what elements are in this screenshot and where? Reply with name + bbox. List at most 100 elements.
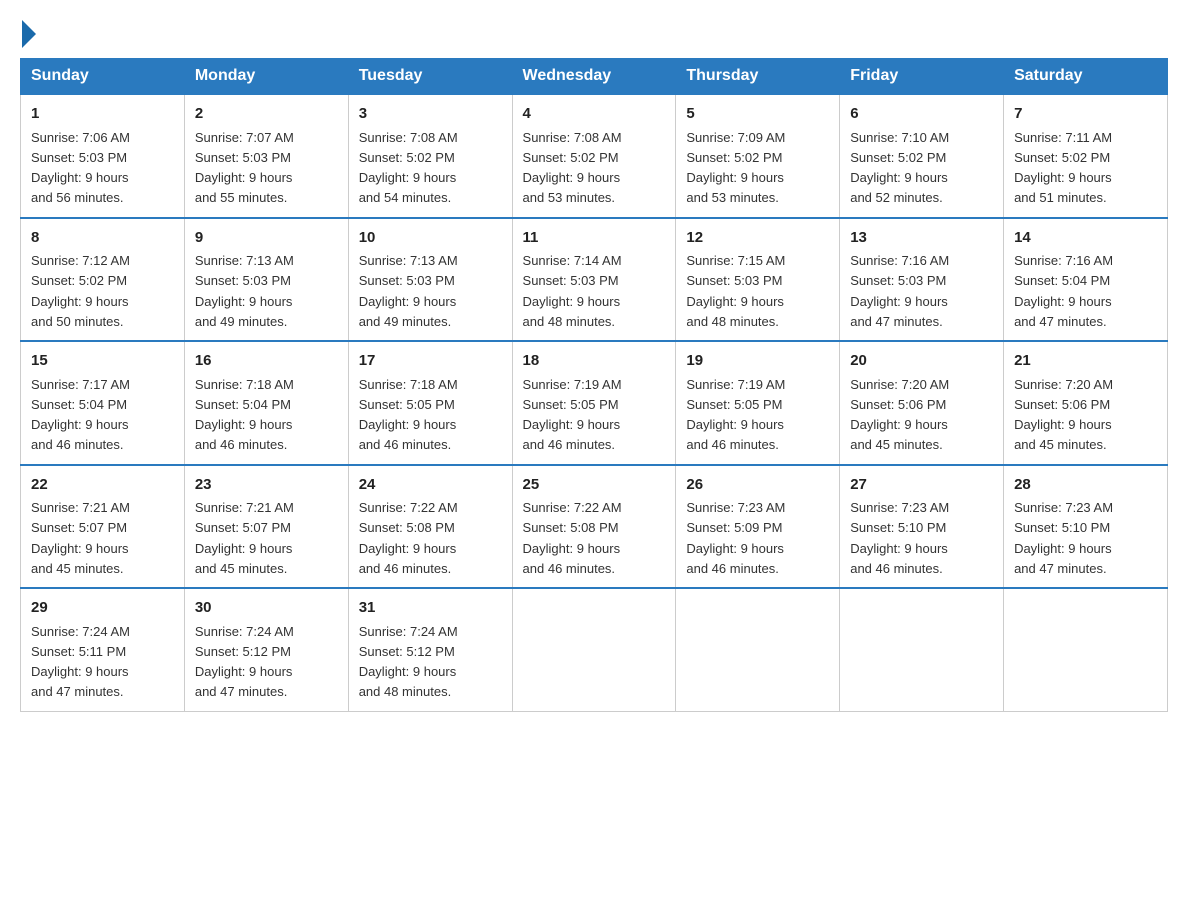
calendar-cell: 20 Sunrise: 7:20 AMSunset: 5:06 PMDaylig… bbox=[840, 341, 1004, 465]
calendar-body: 1 Sunrise: 7:06 AMSunset: 5:03 PMDayligh… bbox=[21, 94, 1168, 711]
day-info: Sunrise: 7:16 AMSunset: 5:03 PMDaylight:… bbox=[850, 253, 949, 329]
day-number: 11 bbox=[523, 227, 666, 250]
day-number: 31 bbox=[359, 597, 502, 620]
day-info: Sunrise: 7:24 AMSunset: 5:12 PMDaylight:… bbox=[359, 624, 458, 700]
header-day-tuesday: Tuesday bbox=[348, 59, 512, 95]
day-info: Sunrise: 7:15 AMSunset: 5:03 PMDaylight:… bbox=[686, 253, 785, 329]
header-day-sunday: Sunday bbox=[21, 59, 185, 95]
day-number: 9 bbox=[195, 227, 338, 250]
calendar-cell: 22 Sunrise: 7:21 AMSunset: 5:07 PMDaylig… bbox=[21, 465, 185, 589]
calendar-cell: 19 Sunrise: 7:19 AMSunset: 5:05 PMDaylig… bbox=[676, 341, 840, 465]
day-info: Sunrise: 7:09 AMSunset: 5:02 PMDaylight:… bbox=[686, 130, 785, 206]
calendar-cell: 4 Sunrise: 7:08 AMSunset: 5:02 PMDayligh… bbox=[512, 94, 676, 218]
day-number: 24 bbox=[359, 474, 502, 497]
calendar-cell bbox=[676, 588, 840, 711]
day-number: 17 bbox=[359, 350, 502, 373]
calendar-cell: 2 Sunrise: 7:07 AMSunset: 5:03 PMDayligh… bbox=[184, 94, 348, 218]
calendar-cell: 13 Sunrise: 7:16 AMSunset: 5:03 PMDaylig… bbox=[840, 218, 1004, 342]
calendar-cell: 11 Sunrise: 7:14 AMSunset: 5:03 PMDaylig… bbox=[512, 218, 676, 342]
calendar-header: SundayMondayTuesdayWednesdayThursdayFrid… bbox=[21, 59, 1168, 95]
calendar-cell: 8 Sunrise: 7:12 AMSunset: 5:02 PMDayligh… bbox=[21, 218, 185, 342]
day-info: Sunrise: 7:06 AMSunset: 5:03 PMDaylight:… bbox=[31, 130, 130, 206]
day-info: Sunrise: 7:11 AMSunset: 5:02 PMDaylight:… bbox=[1014, 130, 1112, 206]
day-info: Sunrise: 7:22 AMSunset: 5:08 PMDaylight:… bbox=[523, 500, 622, 576]
day-info: Sunrise: 7:18 AMSunset: 5:04 PMDaylight:… bbox=[195, 377, 294, 453]
day-number: 22 bbox=[31, 474, 174, 497]
calendar-cell: 1 Sunrise: 7:06 AMSunset: 5:03 PMDayligh… bbox=[21, 94, 185, 218]
calendar-cell: 31 Sunrise: 7:24 AMSunset: 5:12 PMDaylig… bbox=[348, 588, 512, 711]
calendar-cell: 3 Sunrise: 7:08 AMSunset: 5:02 PMDayligh… bbox=[348, 94, 512, 218]
day-info: Sunrise: 7:08 AMSunset: 5:02 PMDaylight:… bbox=[523, 130, 622, 206]
day-number: 15 bbox=[31, 350, 174, 373]
calendar-cell: 25 Sunrise: 7:22 AMSunset: 5:08 PMDaylig… bbox=[512, 465, 676, 589]
calendar-cell bbox=[840, 588, 1004, 711]
day-number: 26 bbox=[686, 474, 829, 497]
day-number: 13 bbox=[850, 227, 993, 250]
day-info: Sunrise: 7:07 AMSunset: 5:03 PMDaylight:… bbox=[195, 130, 294, 206]
logo-arrow-icon bbox=[22, 20, 36, 48]
day-info: Sunrise: 7:23 AMSunset: 5:09 PMDaylight:… bbox=[686, 500, 785, 576]
day-info: Sunrise: 7:20 AMSunset: 5:06 PMDaylight:… bbox=[1014, 377, 1113, 453]
header-day-saturday: Saturday bbox=[1004, 59, 1168, 95]
day-number: 29 bbox=[31, 597, 174, 620]
calendar-cell: 21 Sunrise: 7:20 AMSunset: 5:06 PMDaylig… bbox=[1004, 341, 1168, 465]
day-info: Sunrise: 7:13 AMSunset: 5:03 PMDaylight:… bbox=[359, 253, 458, 329]
day-number: 28 bbox=[1014, 474, 1157, 497]
day-number: 6 bbox=[850, 103, 993, 126]
calendar-table: SundayMondayTuesdayWednesdayThursdayFrid… bbox=[20, 58, 1168, 712]
day-number: 3 bbox=[359, 103, 502, 126]
calendar-cell: 6 Sunrise: 7:10 AMSunset: 5:02 PMDayligh… bbox=[840, 94, 1004, 218]
week-row-5: 29 Sunrise: 7:24 AMSunset: 5:11 PMDaylig… bbox=[21, 588, 1168, 711]
calendar-cell: 30 Sunrise: 7:24 AMSunset: 5:12 PMDaylig… bbox=[184, 588, 348, 711]
calendar-cell: 7 Sunrise: 7:11 AMSunset: 5:02 PMDayligh… bbox=[1004, 94, 1168, 218]
day-info: Sunrise: 7:13 AMSunset: 5:03 PMDaylight:… bbox=[195, 253, 294, 329]
day-info: Sunrise: 7:16 AMSunset: 5:04 PMDaylight:… bbox=[1014, 253, 1113, 329]
calendar-cell: 16 Sunrise: 7:18 AMSunset: 5:04 PMDaylig… bbox=[184, 341, 348, 465]
day-number: 18 bbox=[523, 350, 666, 373]
page-header bbox=[20, 20, 1168, 48]
day-number: 25 bbox=[523, 474, 666, 497]
day-number: 23 bbox=[195, 474, 338, 497]
calendar-cell: 5 Sunrise: 7:09 AMSunset: 5:02 PMDayligh… bbox=[676, 94, 840, 218]
day-info: Sunrise: 7:17 AMSunset: 5:04 PMDaylight:… bbox=[31, 377, 130, 453]
day-number: 1 bbox=[31, 103, 174, 126]
day-info: Sunrise: 7:19 AMSunset: 5:05 PMDaylight:… bbox=[686, 377, 785, 453]
day-number: 4 bbox=[523, 103, 666, 126]
calendar-cell bbox=[1004, 588, 1168, 711]
header-row: SundayMondayTuesdayWednesdayThursdayFrid… bbox=[21, 59, 1168, 95]
calendar-cell: 12 Sunrise: 7:15 AMSunset: 5:03 PMDaylig… bbox=[676, 218, 840, 342]
day-info: Sunrise: 7:24 AMSunset: 5:12 PMDaylight:… bbox=[195, 624, 294, 700]
week-row-3: 15 Sunrise: 7:17 AMSunset: 5:04 PMDaylig… bbox=[21, 341, 1168, 465]
calendar-cell: 29 Sunrise: 7:24 AMSunset: 5:11 PMDaylig… bbox=[21, 588, 185, 711]
day-info: Sunrise: 7:08 AMSunset: 5:02 PMDaylight:… bbox=[359, 130, 458, 206]
day-number: 5 bbox=[686, 103, 829, 126]
day-number: 19 bbox=[686, 350, 829, 373]
calendar-cell: 23 Sunrise: 7:21 AMSunset: 5:07 PMDaylig… bbox=[184, 465, 348, 589]
header-day-wednesday: Wednesday bbox=[512, 59, 676, 95]
calendar-cell: 17 Sunrise: 7:18 AMSunset: 5:05 PMDaylig… bbox=[348, 341, 512, 465]
day-number: 20 bbox=[850, 350, 993, 373]
day-info: Sunrise: 7:24 AMSunset: 5:11 PMDaylight:… bbox=[31, 624, 130, 700]
day-info: Sunrise: 7:21 AMSunset: 5:07 PMDaylight:… bbox=[195, 500, 294, 576]
day-info: Sunrise: 7:22 AMSunset: 5:08 PMDaylight:… bbox=[359, 500, 458, 576]
day-info: Sunrise: 7:23 AMSunset: 5:10 PMDaylight:… bbox=[1014, 500, 1113, 576]
calendar-cell: 28 Sunrise: 7:23 AMSunset: 5:10 PMDaylig… bbox=[1004, 465, 1168, 589]
week-row-1: 1 Sunrise: 7:06 AMSunset: 5:03 PMDayligh… bbox=[21, 94, 1168, 218]
day-number: 7 bbox=[1014, 103, 1157, 126]
calendar-cell: 27 Sunrise: 7:23 AMSunset: 5:10 PMDaylig… bbox=[840, 465, 1004, 589]
day-info: Sunrise: 7:18 AMSunset: 5:05 PMDaylight:… bbox=[359, 377, 458, 453]
logo bbox=[20, 20, 38, 48]
day-number: 16 bbox=[195, 350, 338, 373]
day-number: 27 bbox=[850, 474, 993, 497]
header-day-friday: Friday bbox=[840, 59, 1004, 95]
calendar-cell: 9 Sunrise: 7:13 AMSunset: 5:03 PMDayligh… bbox=[184, 218, 348, 342]
day-info: Sunrise: 7:14 AMSunset: 5:03 PMDaylight:… bbox=[523, 253, 622, 329]
day-info: Sunrise: 7:19 AMSunset: 5:05 PMDaylight:… bbox=[523, 377, 622, 453]
day-number: 10 bbox=[359, 227, 502, 250]
calendar-cell: 15 Sunrise: 7:17 AMSunset: 5:04 PMDaylig… bbox=[21, 341, 185, 465]
header-day-monday: Monday bbox=[184, 59, 348, 95]
day-info: Sunrise: 7:21 AMSunset: 5:07 PMDaylight:… bbox=[31, 500, 130, 576]
week-row-2: 8 Sunrise: 7:12 AMSunset: 5:02 PMDayligh… bbox=[21, 218, 1168, 342]
day-number: 2 bbox=[195, 103, 338, 126]
day-number: 12 bbox=[686, 227, 829, 250]
